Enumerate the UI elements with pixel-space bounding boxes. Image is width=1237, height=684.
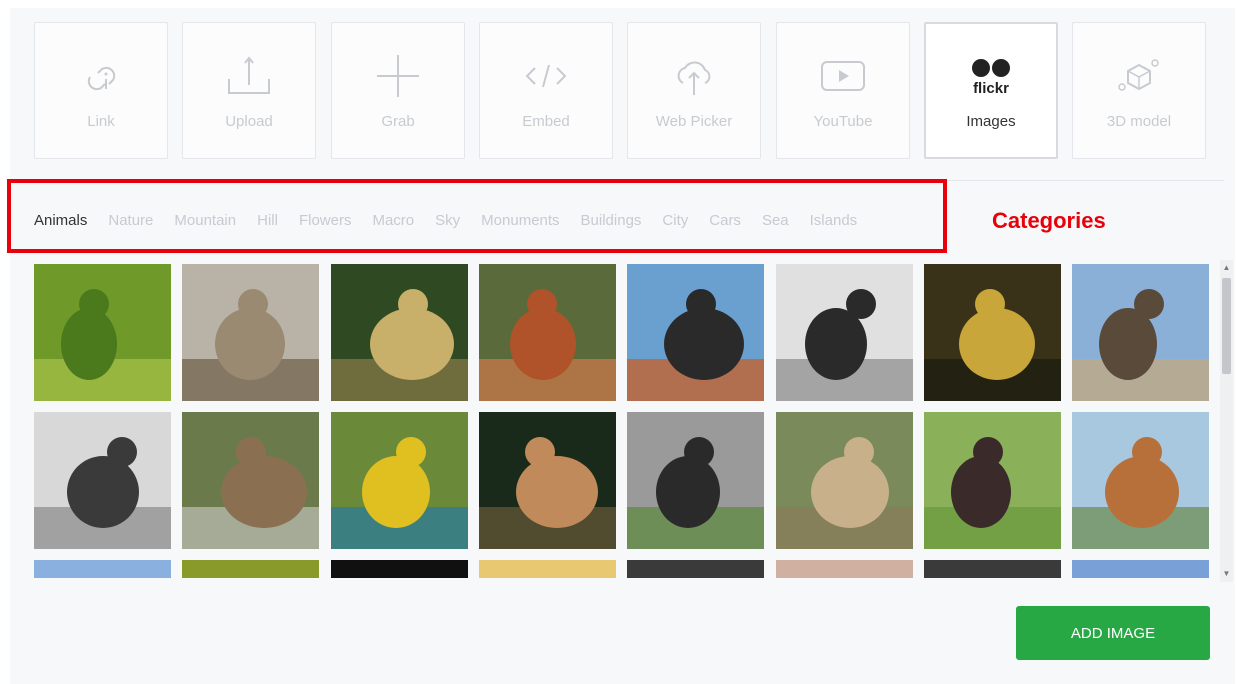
tile-images[interactable]: flickr Images	[924, 22, 1058, 159]
thumbnail-image: proboscis monkey	[1072, 412, 1209, 549]
thumbnail-image: dark	[331, 560, 468, 578]
tile-embed[interactable]: Embed	[479, 22, 613, 159]
thumbnail-image: orangutan	[479, 264, 616, 401]
tile-label: Images	[966, 113, 1016, 130]
tile-grab[interactable]: Grab	[331, 22, 465, 159]
cloud-upload-icon	[677, 61, 711, 95]
thumbnail-image: chipmunk	[182, 412, 319, 549]
thumbnail-image: cheetah	[331, 264, 468, 401]
3d-model-icon	[1118, 59, 1159, 91]
image-thumbnail[interactable]: meerkat	[182, 264, 319, 401]
image-grid: green lizardmeerkatcheetahorangutanred p…	[34, 264, 1215, 578]
image-thumbnail[interactable]: bison black and white	[34, 412, 171, 549]
thumbnail-image: animal on rock	[1072, 264, 1209, 401]
image-thumbnail[interactable]: monkey	[924, 264, 1061, 401]
thumbnail-image: monkey	[924, 264, 1061, 401]
thumbnail-image: hand	[776, 560, 913, 578]
thumbnail-image: deer	[479, 412, 616, 549]
thumbnail-image: sky and bird	[1072, 560, 1209, 578]
thumbnail-image: bison black and white	[34, 412, 171, 549]
annotation-label: Categories	[992, 208, 1106, 233]
image-thumbnail[interactable]: sky and bird	[1072, 560, 1209, 578]
image-thumbnail[interactable]: gorilla	[627, 412, 764, 549]
image-thumbnail[interactable]: proboscis monkey	[1072, 412, 1209, 549]
scroll-down-arrow-icon[interactable]: ▼	[1220, 568, 1233, 580]
image-thumbnail[interactable]: sky	[34, 560, 171, 578]
image-thumbnail[interactable]: light	[479, 560, 616, 578]
upload-icon	[228, 56, 270, 94]
image-grid-scrollbar[interactable]: ▲ ▼	[1220, 260, 1233, 582]
tile-label: 3D model	[1106, 113, 1172, 130]
tile-3d-model[interactable]: 3D model	[1072, 22, 1206, 159]
thumbnail-image: road	[924, 560, 1061, 578]
image-thumbnail[interactable]: grass	[182, 560, 319, 578]
youtube-icon	[821, 61, 865, 91]
image-thumbnail[interactable]: green lizard	[34, 264, 171, 401]
tile-label: Embed	[522, 113, 570, 130]
image-thumbnail[interactable]: cheetah	[331, 264, 468, 401]
tile-youtube[interactable]: YouTube	[776, 22, 910, 159]
image-thumbnail[interactable]: trees	[627, 560, 764, 578]
image-thumbnail[interactable]: dogs	[924, 412, 1061, 549]
image-thumbnail[interactable]: meerkat	[776, 412, 913, 549]
thumbnail-image: dogs	[924, 412, 1061, 549]
tile-link[interactable]: Link	[34, 22, 168, 159]
thumbnail-image: meerkat	[776, 412, 913, 549]
image-thumbnail[interactable]: red panda	[627, 264, 764, 401]
image-thumbnail[interactable]: animal on rock	[1072, 264, 1209, 401]
scrollbar-thumb[interactable]	[1222, 278, 1231, 374]
tile-label: Upload	[225, 113, 273, 130]
add-image-button[interactable]: ADD IMAGE	[1016, 606, 1210, 660]
thumbnail-image: grass	[182, 560, 319, 578]
crosshair-icon	[377, 55, 419, 97]
link-icon	[87, 66, 116, 91]
tile-web-picker[interactable]: Web Picker	[627, 22, 761, 159]
tile-label: Link	[87, 113, 115, 130]
thumbnail-image: green lizard	[34, 264, 171, 401]
image-thumbnail[interactable]: macaw	[331, 412, 468, 549]
svg-text:flickr: flickr	[973, 80, 1009, 97]
thumbnail-image: light	[479, 560, 616, 578]
media-picker-panel: Link Upload Grab Embed Web Picker YouTub…	[7, 8, 1235, 684]
image-thumbnail[interactable]: deer	[479, 412, 616, 549]
flickr-logo: flickr	[972, 59, 1010, 97]
thumbnail-image: gorilla	[627, 412, 764, 549]
tile-label: Web Picker	[655, 113, 733, 130]
thumbnail-image: trees	[627, 560, 764, 578]
image-thumbnail[interactable]: chipmunk	[182, 412, 319, 549]
code-icon	[525, 64, 567, 88]
image-thumbnail[interactable]: goat black and white	[776, 264, 913, 401]
thumbnail-image: macaw	[331, 412, 468, 549]
tile-label: Grab	[381, 113, 415, 130]
thumbnail-image: red panda	[627, 264, 764, 401]
image-thumbnail[interactable]: hand	[776, 560, 913, 578]
image-thumbnail[interactable]: dark	[331, 560, 468, 578]
tile-upload[interactable]: Upload	[182, 22, 316, 159]
thumbnail-image: sky	[34, 560, 171, 578]
annotation-highlight-box	[7, 179, 947, 253]
thumbnail-image: meerkat	[182, 264, 319, 401]
thumbnail-image: goat black and white	[776, 264, 913, 401]
scroll-up-arrow-icon[interactable]: ▲	[1220, 262, 1233, 274]
tile-label: YouTube	[813, 113, 873, 130]
image-thumbnail[interactable]: orangutan	[479, 264, 616, 401]
image-thumbnail[interactable]: road	[924, 560, 1061, 578]
